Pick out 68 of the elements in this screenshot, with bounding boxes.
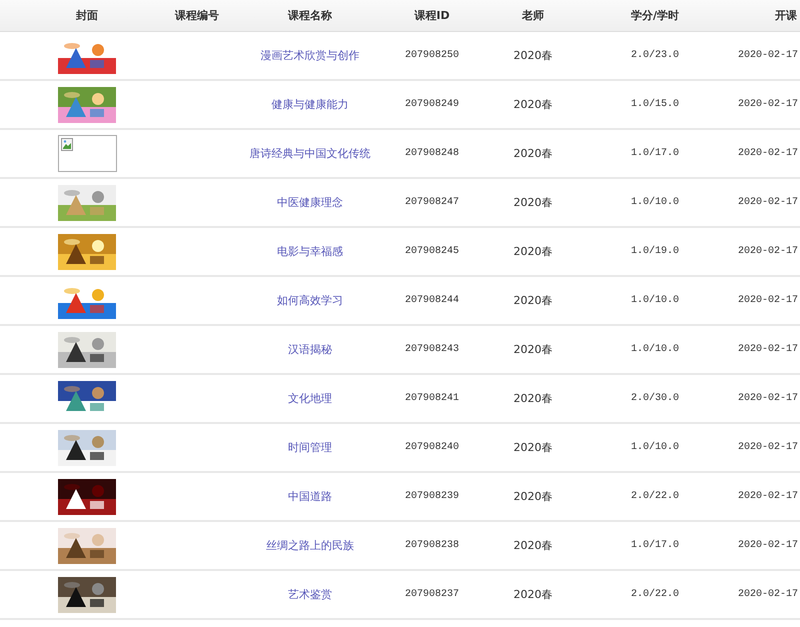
teacher-cell-text: 2020春 <box>512 538 554 553</box>
start-date: 2020-02-17 <box>737 344 800 355</box>
teacher-cell-text: 2020春 <box>512 195 554 210</box>
course-name-link[interactable]: 艺术鉴赏 <box>288 587 332 602</box>
course-name-link[interactable]: 如何高效学习 <box>277 293 343 308</box>
start-date: 2020-02-17 <box>737 491 800 502</box>
course-id: 207908241 <box>404 393 460 404</box>
course-name-link[interactable]: 漫画艺术欣赏与创作 <box>260 48 360 63</box>
teacher-cell-text: 2020春 <box>512 440 554 455</box>
course-id: 207908238 <box>404 540 460 551</box>
credits-cell-text: 2.0/22.0 <box>630 491 680 502</box>
course-name-link[interactable]: 时间管理 <box>288 440 332 455</box>
course-id: 207908248 <box>404 148 460 159</box>
course-name-link[interactable]: 唐诗经典与中国文化传统 <box>250 146 370 161</box>
credits-cell-text: 1.0/10.0 <box>630 295 680 306</box>
credits-cell-text: 1.0/10.0 <box>630 344 680 355</box>
course-id: 207908249 <box>404 99 460 110</box>
start-date: 2020-02-17 <box>737 99 800 110</box>
column-header: 课程名称 <box>286 8 333 23</box>
credits-cell-text: 1.0/10.0 <box>630 197 680 208</box>
start-date: 2020-02-17 <box>737 246 800 257</box>
credits-cell-text: 1.0/17.0 <box>630 540 680 551</box>
column-header: 开课 <box>775 8 797 23</box>
start-date: 2020-02-17 <box>737 393 800 404</box>
teacher-cell-text: 2020春 <box>512 97 554 112</box>
credits-cell-text: 1.0/10.0 <box>630 442 680 453</box>
teacher-cell-text: 2020春 <box>512 587 554 602</box>
course-name-link[interactable]: 中国道路 <box>288 489 332 504</box>
column-header: 封面 <box>75 8 99 23</box>
credits-cell-text: 2.0/23.0 <box>630 50 680 61</box>
column-header: 课程ID <box>413 8 451 23</box>
credits-cell-text: 1.0/17.0 <box>630 148 680 159</box>
broken-image-icon <box>60 138 72 151</box>
start-date: 2020-02-17 <box>737 442 800 453</box>
credits-cell-text: 2.0/30.0 <box>630 393 680 404</box>
course-id: 207908250 <box>404 50 460 61</box>
start-date: 2020-02-17 <box>737 148 800 159</box>
course-name-link[interactable]: 汉语揭秘 <box>288 342 332 357</box>
teacher-cell-text: 2020春 <box>512 48 554 63</box>
course-id: 207908247 <box>404 197 460 208</box>
start-date: 2020-02-17 <box>737 197 800 208</box>
credits-cell-text: 1.0/19.0 <box>630 246 680 257</box>
course-id: 207908240 <box>404 442 460 453</box>
teacher-cell-text: 2020春 <box>512 146 554 161</box>
credits-cell-text: 2.0/22.0 <box>630 589 680 600</box>
teacher-cell-text: 2020春 <box>512 244 554 259</box>
course-name-link[interactable]: 中医健康理念 <box>277 195 343 210</box>
start-date: 2020-02-17 <box>737 50 800 61</box>
course-id: 207908243 <box>404 344 460 355</box>
column-header: 课程编号 <box>174 8 220 23</box>
course-name-link[interactable]: 丝绸之路上的民族 <box>266 538 354 553</box>
column-header: 学分/学时 <box>630 8 680 23</box>
teacher-cell-text: 2020春 <box>512 293 554 308</box>
course-name-link[interactable]: 健康与健康能力 <box>272 97 348 112</box>
credits-cell-text: 1.0/15.0 <box>630 99 680 110</box>
course-id: 207908245 <box>404 246 460 257</box>
course-id: 207908237 <box>404 589 460 600</box>
column-header: 老师 <box>520 8 545 23</box>
start-date: 2020-02-17 <box>737 540 800 551</box>
course-name-link[interactable]: 电影与幸福感 <box>277 244 343 259</box>
start-date: 2020-02-17 <box>737 589 800 600</box>
course-name-link[interactable]: 文化地理 <box>288 391 332 406</box>
teacher-cell-text: 2020春 <box>512 391 554 406</box>
teacher-cell-text: 2020春 <box>512 489 554 504</box>
course-id: 207908244 <box>404 295 460 306</box>
start-date: 2020-02-17 <box>737 295 800 306</box>
teacher-cell-text: 2020春 <box>512 342 554 357</box>
course-id: 207908239 <box>404 491 460 502</box>
